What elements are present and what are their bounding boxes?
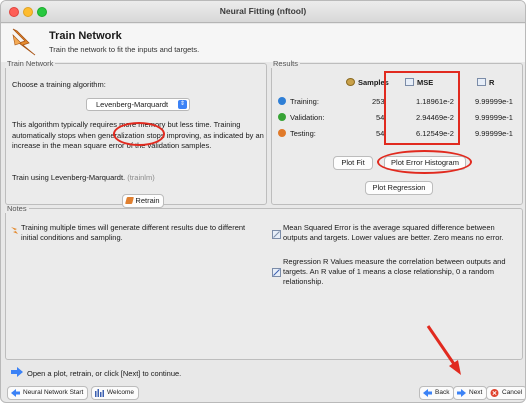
- neural-network-start-button[interactable]: Neural Network Start: [7, 386, 89, 400]
- cancel-icon: [490, 389, 499, 397]
- continue-instruction: Open a plot, retrain, or click [Next] to…: [27, 369, 182, 378]
- neural-fitting-window: Neural Fitting (nftool) Train Network Tr…: [0, 0, 526, 403]
- training-row-label: Training:: [278, 97, 319, 106]
- samples-icon: [346, 78, 355, 86]
- mse-note-icon: [272, 230, 281, 239]
- welcome-label: Welcome: [107, 389, 134, 396]
- page-subtitle: Train the network to fit the inputs and …: [49, 45, 200, 54]
- back-arrow-icon: [423, 389, 432, 397]
- training-label: Training:: [290, 97, 319, 106]
- validation-label: Validation:: [290, 113, 325, 122]
- r-note-text: Regression R Values measure the correlat…: [283, 257, 506, 286]
- testing-row-label: Testing:: [278, 129, 316, 138]
- retrain-icon: [125, 197, 135, 204]
- train-using-text: Train using Levenberg-Marquardt. (trainl…: [12, 173, 155, 182]
- testing-icon: [278, 129, 286, 137]
- train-network-legend: Train Network: [7, 59, 54, 68]
- training-samples: 253: [372, 97, 385, 106]
- continue-arrow-icon: [11, 367, 23, 377]
- training-r: 9.99999e-1: [475, 97, 513, 106]
- train-function-name: (trainlm): [127, 173, 155, 182]
- back-button[interactable]: Back: [419, 386, 455, 400]
- cancel-button[interactable]: Cancel: [486, 386, 525, 400]
- select-arrows-icon: ⇕: [178, 100, 187, 109]
- next-arrow-icon: [457, 389, 466, 397]
- choose-algorithm-label: Choose a training algorithm:: [12, 80, 106, 89]
- samples-header: Samples: [346, 78, 389, 87]
- cancel-label: Cancel: [502, 389, 523, 396]
- red-annotation-arrow: [426, 325, 461, 375]
- histogram-highlight-ellipse: [377, 150, 472, 174]
- notes-legend: Notes: [7, 204, 27, 213]
- testing-label: Testing:: [290, 129, 316, 138]
- back-label: Back: [435, 389, 450, 396]
- page-header: Train Network Train the network to fit t…: [1, 24, 525, 62]
- nn-start-icon: [11, 389, 20, 397]
- results-legend: Results: [273, 59, 299, 68]
- neural-network-start-label: Neural Network Start: [23, 389, 84, 396]
- next-label: Next: [469, 389, 483, 396]
- welcome-button[interactable]: Welcome: [91, 386, 139, 400]
- retrain-note-text: Training multiple times will generate di…: [21, 223, 246, 242]
- page-title: Train Network: [49, 30, 122, 42]
- retrain-note-icon: [11, 227, 18, 234]
- r-icon: [477, 78, 486, 86]
- validation-r: 9.99999e-1: [475, 113, 513, 122]
- plot-fit-button[interactable]: Plot Fit: [333, 156, 373, 170]
- mse-note-text: Mean Squared Error is the average square…: [283, 223, 504, 242]
- next-button[interactable]: Next: [453, 386, 488, 400]
- title-bar: Neural Fitting (nftool): [1, 1, 525, 23]
- r-header-label: R: [489, 78, 495, 87]
- testing-r: 9.99999e-1: [475, 129, 513, 138]
- train-network-icon: [12, 28, 36, 56]
- training-algorithm-select[interactable]: Levenberg-Marquardt ⇕: [86, 98, 190, 111]
- r-note-icon: [272, 268, 281, 277]
- validation-icon: [278, 113, 286, 121]
- welcome-icon: [95, 389, 104, 397]
- retrain-highlight-ellipse: [113, 122, 165, 146]
- validation-row-label: Validation:: [278, 113, 324, 122]
- window-title: Neural Fitting (nftool): [219, 6, 307, 16]
- training-algorithm-value: Levenberg-Marquardt: [96, 100, 169, 109]
- training-icon: [278, 97, 286, 105]
- mse-highlight-box: [384, 71, 460, 145]
- r-header: R: [477, 78, 494, 87]
- train-using-label: Train using Levenberg-Marquardt.: [12, 173, 126, 182]
- plot-regression-button[interactable]: Plot Regression: [365, 181, 433, 195]
